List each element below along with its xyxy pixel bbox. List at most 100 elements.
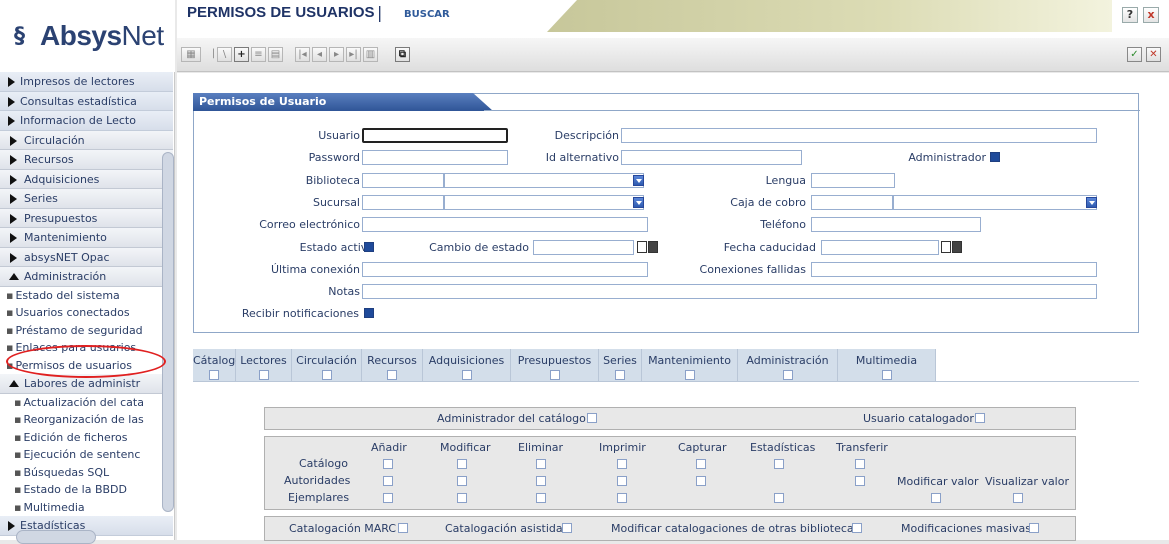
catalogacion-asistida-checkbox[interactable] — [562, 523, 572, 533]
menu-section-adquisiciones[interactable]: Adquisiciones — [0, 169, 173, 189]
menu-item-impresos-lectores[interactable]: Impresos de lectores — [0, 72, 173, 92]
tab-multimedia[interactable]: Multimedia — [838, 349, 936, 381]
tab-recursos[interactable]: Recursos — [362, 349, 423, 381]
biblioteca-code-input[interactable] — [362, 173, 444, 188]
permission-checkbox[interactable] — [696, 476, 706, 486]
tab-checkbox[interactable] — [209, 370, 219, 380]
permission-checkbox[interactable] — [774, 459, 784, 469]
biblioteca-dropdown-icon[interactable] — [633, 175, 644, 186]
conexiones-fallidas-input[interactable] — [811, 262, 1097, 277]
permission-checkbox[interactable] — [383, 476, 393, 486]
menu-item-busquedas-sql[interactable]: ▪ Búsquedas SQL — [0, 463, 173, 481]
close-button[interactable]: x — [1143, 7, 1159, 23]
tab-checkbox[interactable] — [684, 370, 695, 380]
caja-cobro-dropdown-icon[interactable] — [1086, 197, 1097, 208]
tab-presupuestos[interactable]: Presupuestos — [511, 349, 599, 381]
menu-section-series[interactable]: Series — [0, 189, 173, 209]
tab-lectores[interactable]: Lectores — [236, 349, 292, 381]
recibir-notificaciones-checkbox[interactable] — [364, 308, 374, 318]
menu-item-usuarios-conectados[interactable]: ▪ Usuarios conectados — [0, 304, 173, 322]
menu-item-estado-sistema[interactable]: ▪ Estado del sistema — [0, 286, 173, 304]
tab-checkbox[interactable] — [881, 370, 892, 380]
modificaciones-masivas-checkbox[interactable] — [1029, 523, 1039, 533]
menu-section-mantenimiento[interactable]: Mantenimiento — [0, 228, 173, 248]
menu-item-consultas-estadisticas[interactable]: Consultas estadística — [0, 91, 173, 111]
lengua-input[interactable] — [811, 173, 895, 188]
tab-checkbox[interactable] — [615, 370, 625, 380]
biblioteca-select[interactable] — [444, 173, 644, 188]
tab-adquisiciones[interactable]: Adquisiciones — [423, 349, 511, 381]
permission-checkbox[interactable] — [457, 493, 467, 503]
usuario-catalogador-checkbox[interactable] — [975, 413, 985, 423]
edit-icon[interactable]: ≡ — [251, 47, 266, 62]
permission-checkbox[interactable] — [617, 476, 627, 486]
menu-section-absysnet-opac[interactable]: absysNET Opac — [0, 247, 173, 267]
notas-input[interactable] — [362, 284, 1097, 299]
accept-icon[interactable]: ✓ — [1127, 47, 1142, 62]
correo-input[interactable] — [362, 217, 648, 232]
first-record-icon[interactable]: |◂ — [295, 47, 310, 62]
caja-cobro-select[interactable] — [893, 195, 1097, 210]
tab-mantenimiento[interactable]: Mantenimiento — [642, 349, 738, 381]
modificar-catalogaciones-checkbox[interactable] — [852, 523, 862, 533]
last-record-icon[interactable]: ▸| — [346, 47, 361, 62]
admin-catalogo-checkbox[interactable] — [587, 413, 597, 423]
administrador-checkbox[interactable] — [990, 152, 1000, 162]
remove-icon[interactable]: \ — [217, 47, 232, 62]
add-icon[interactable]: + — [234, 47, 249, 62]
cambio-estado-input[interactable] — [533, 240, 634, 255]
permission-checkbox[interactable] — [536, 493, 546, 503]
telefono-input[interactable] — [811, 217, 981, 232]
menu-item-multimedia[interactable]: ▪ Multimedia — [0, 498, 173, 516]
menu-section-recursos[interactable]: Recursos — [0, 150, 173, 170]
tab-checkbox[interactable] — [782, 370, 793, 380]
visualizar-valor-checkbox[interactable] — [1013, 493, 1023, 503]
tab-administracion[interactable]: Administración — [738, 349, 838, 381]
tab-checkbox[interactable] — [258, 370, 269, 380]
permission-checkbox[interactable] — [536, 459, 546, 469]
tab-checkbox[interactable] — [549, 370, 560, 380]
fecha-caducidad-input[interactable] — [821, 240, 939, 255]
menu-item-estado-bbdd[interactable]: ▪ Estado de la BBDD — [0, 481, 173, 499]
menu-section-presupuestos[interactable]: Presupuestos — [0, 208, 173, 228]
tab-circulacion[interactable]: Circulación — [292, 349, 362, 381]
usuario-input[interactable] — [362, 128, 508, 143]
tab-catalogo[interactable]: Cátalogo — [193, 349, 242, 381]
menu-section-circulacion[interactable]: Circulación — [0, 130, 173, 150]
menu-item-edicion-ficheros[interactable]: ▪ Edición de ficheros — [0, 428, 173, 446]
next-record-icon[interactable]: ▸ — [329, 47, 344, 62]
permission-checkbox[interactable] — [457, 459, 467, 469]
menu-item-ejecucion-sentencias[interactable]: ▪ Ejecución de sentenc — [0, 446, 173, 464]
sidebar-horizontal-scrollbar[interactable] — [16, 530, 96, 544]
previous-record-icon[interactable]: ◂ — [312, 47, 327, 62]
sucursal-code-input[interactable] — [362, 195, 444, 210]
list-icon[interactable]: ▥ — [363, 47, 378, 62]
permission-checkbox[interactable] — [696, 459, 706, 469]
menu-item-informacion-lectores[interactable]: Informacion de Lecto — [0, 111, 173, 131]
permission-checkbox[interactable] — [855, 459, 865, 469]
tab-checkbox[interactable] — [461, 370, 472, 380]
delete-icon[interactable]: ▤ — [268, 47, 283, 62]
help-button[interactable]: ? — [1122, 7, 1138, 23]
permission-checkbox[interactable] — [617, 459, 627, 469]
estado-activo-checkbox[interactable] — [364, 242, 374, 252]
tab-series[interactable]: Series — [599, 349, 642, 381]
menu-section-administracion[interactable]: Administración — [0, 267, 173, 287]
id-alternativo-input[interactable] — [621, 150, 802, 165]
permission-checkbox[interactable] — [774, 493, 784, 503]
tab-checkbox[interactable] — [321, 370, 332, 380]
menu-item-actualizacion-catalogo[interactable]: ▪ Actualización del cata — [0, 393, 173, 411]
calendar-icon[interactable] — [941, 241, 963, 253]
view-dropdown-icon[interactable]: ▦ — [181, 47, 201, 62]
permission-checkbox[interactable] — [617, 493, 627, 503]
caja-cobro-code-input[interactable] — [811, 195, 893, 210]
modificar-valor-checkbox[interactable] — [931, 493, 941, 503]
tab-checkbox[interactable] — [387, 370, 397, 380]
permission-checkbox[interactable] — [457, 476, 467, 486]
calendar-icon[interactable] — [637, 241, 659, 253]
copy-icon[interactable]: ⧉ — [395, 47, 410, 62]
permission-checkbox[interactable] — [536, 476, 546, 486]
sucursal-dropdown-icon[interactable] — [633, 197, 644, 208]
sucursal-select[interactable] — [444, 195, 644, 210]
sidebar-scrollbar[interactable] — [162, 152, 174, 512]
